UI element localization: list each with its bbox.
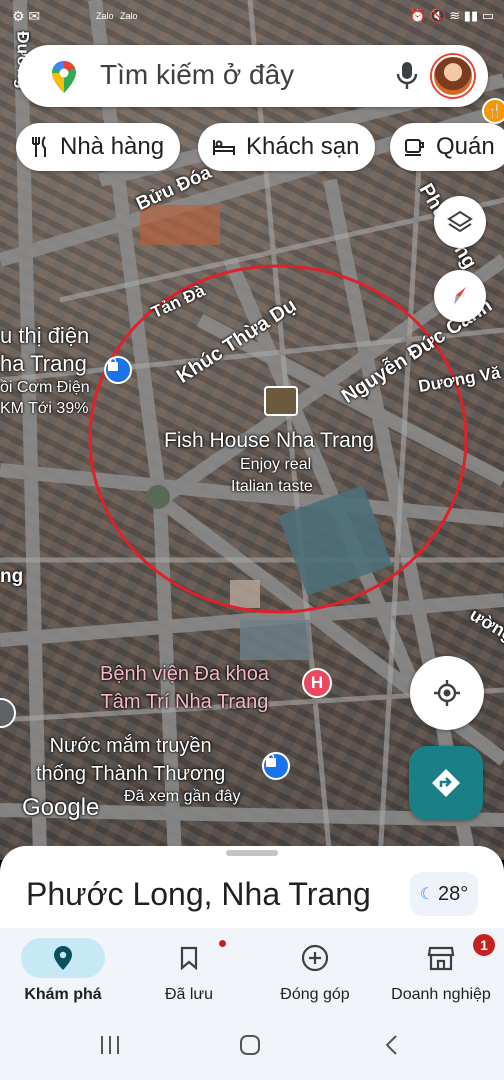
directions-icon	[432, 769, 460, 797]
carrier-label: Zalo	[120, 11, 138, 21]
status-icons: ⏰ 🔇 ≋ ▮▮ ▭	[409, 8, 494, 23]
tab-label: Đã lưu	[164, 986, 214, 1003]
chip-label: Nhà hàng	[60, 133, 165, 160]
poi-hospital[interactable]: Bệnh viện Đa khoa Tâm Trí Nha Trang	[100, 660, 269, 716]
layers-button[interactable]	[434, 196, 486, 248]
tab-label: Doanh nghiệp	[391, 986, 491, 1003]
poi-line: thống Thành Thương	[36, 763, 226, 785]
microphone-icon[interactable]	[396, 61, 418, 91]
poi-line: Tâm Trí Nha Trang	[100, 691, 269, 713]
poi-line: Nước mắm truyền	[49, 735, 212, 757]
avatar[interactable]	[432, 55, 474, 97]
place-title: Phước Long, Nha Trang	[26, 876, 371, 912]
restaurant-icon	[32, 136, 46, 157]
explore-pin-icon	[54, 946, 72, 970]
google-maps-pin-icon	[52, 61, 76, 93]
google-logo: Google	[22, 794, 100, 821]
tab-label: Đóng góp	[280, 986, 350, 1003]
chip-cafe[interactable]: Quán	[390, 123, 504, 171]
directions-button[interactable]	[409, 746, 483, 820]
compass-button[interactable]	[434, 270, 486, 322]
tab-business[interactable]: 1 Doanh nghiệp	[378, 934, 504, 1004]
poi-fish-house-name[interactable]: Fish House Nha Trang	[164, 429, 374, 453]
bookmark-icon	[180, 946, 198, 970]
tab-explore[interactable]: Khám phá	[0, 938, 126, 1004]
poi-fish-house-tagline: Enjoy real	[240, 456, 312, 473]
back-icon[interactable]	[382, 1034, 402, 1056]
shopping-bag-icon[interactable]	[262, 752, 290, 780]
bottom-nav: Khám phá Đã lưu Đóng góp 1 Doanh nghiệp	[0, 928, 504, 1012]
carrier-label: Zalo	[96, 11, 114, 21]
home-icon[interactable]	[238, 1034, 262, 1056]
poi-line: Bệnh viện Đa khoa	[100, 663, 270, 685]
chip-hotels[interactable]: Khách sạn	[198, 123, 376, 171]
restaurant-photo-marker[interactable]	[264, 386, 298, 416]
restaurant-marker-icon[interactable]: 🍴	[482, 98, 504, 124]
tab-contribute[interactable]: Đóng góp	[252, 938, 378, 1004]
status-bar: ⚙ ✉ Zalo Zalo ⏰ 🔇 ≋ ▮▮ ▭	[0, 0, 504, 40]
layers-icon	[447, 210, 473, 233]
weather-badge[interactable]: ☾ 28°	[410, 872, 478, 916]
weather-icon: ☾	[419, 886, 435, 903]
store-icon	[427, 946, 455, 971]
recent-apps-icon[interactable]	[98, 1034, 122, 1056]
chip-restaurants[interactable]: Nhà hàng	[16, 123, 181, 171]
poi-line: KM Tới 39%	[0, 400, 89, 417]
poi-recently-viewed: Đã xem gần đây	[124, 788, 241, 805]
road-label: ng	[0, 566, 24, 587]
compass-icon	[454, 287, 466, 305]
hospital-icon[interactable]: H	[302, 668, 332, 698]
add-circle-icon	[301, 944, 329, 972]
my-location-icon	[434, 680, 460, 706]
clock: ⚙ ✉	[12, 8, 41, 24]
search-input[interactable]: Tìm kiếm ở đây	[100, 59, 294, 91]
poi-nuoc-mam[interactable]: Nước mắm truyền thống Thành Thương	[36, 732, 225, 788]
poi-line: u thị điện	[0, 323, 90, 348]
notification-badge: 1	[473, 934, 495, 956]
drag-handle[interactable]	[226, 850, 278, 856]
poi-line: ồi Cơm Điện	[0, 379, 90, 396]
chip-label: Quán	[436, 133, 495, 160]
tab-saved[interactable]: Đã lưu	[126, 938, 252, 1004]
tab-label: Khám phá	[24, 986, 102, 1003]
poi-fish-house-tagline: Italian taste	[231, 478, 313, 495]
bottom-sheet[interactable]: Phước Long, Nha Trang ☾ 28°	[0, 846, 504, 936]
shopping-bag-icon[interactable]	[104, 356, 132, 384]
notification-dot	[219, 940, 226, 947]
poi-label-sieu-thi[interactable]: u thị điện ha Trang ồi Cơm Điện KM Tới 3…	[0, 322, 90, 420]
system-nav-bar	[0, 1012, 504, 1080]
search-bar[interactable]: Tìm kiếm ở đây	[18, 45, 488, 107]
poi-line: ha Trang	[0, 351, 87, 376]
hotel-icon	[213, 140, 235, 155]
chip-label: Khách sạn	[246, 133, 360, 160]
temperature: 28°	[438, 882, 469, 905]
coffee-icon	[405, 139, 424, 156]
my-location-button[interactable]	[410, 656, 484, 730]
